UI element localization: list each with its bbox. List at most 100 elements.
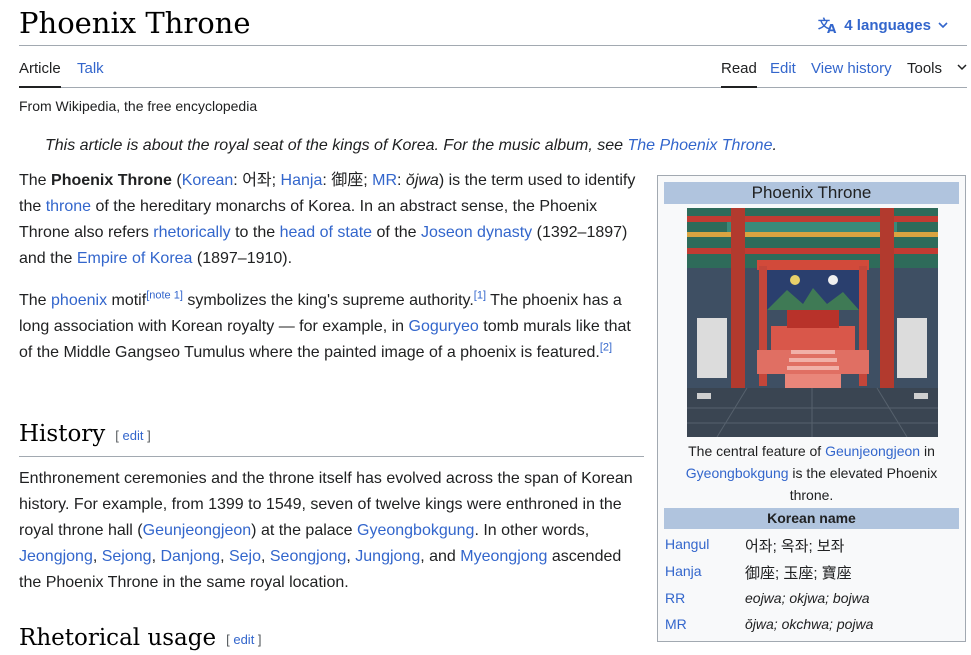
tab-talk[interactable]: Talk [77, 60, 104, 88]
heading-text: Rhetorical usage [19, 625, 217, 651]
hatnote-text: This article is about the royal seat of … [45, 137, 628, 154]
infobox-row-rr: RR eojwa; okjwa; bojwa [665, 586, 959, 612]
bold-term: Phoenix Throne [51, 172, 172, 189]
row-value: ŏjwa; okchwa; pojwa [745, 616, 874, 632]
text: The central feature of [688, 443, 826, 459]
text: The [19, 292, 52, 309]
history-paragraph: Enthronement ceremonies and the throne i… [19, 466, 644, 596]
link-empire-of-korea[interactable]: Empire of Korea [77, 250, 193, 267]
mr-value: ŏjwa [405, 172, 439, 189]
link-geunjeongjeon[interactable]: Geunjeongjeon [825, 443, 920, 459]
text: The [19, 172, 52, 189]
link-rhetorically[interactable]: rhetorically [153, 224, 230, 241]
link-jeongjong[interactable]: Jeongjong [19, 548, 93, 565]
text: (1897–1910). [192, 250, 293, 267]
link-phoenix[interactable]: phoenix [51, 292, 107, 309]
link-myeongjong[interactable]: Myeongjong [460, 548, 547, 565]
languages-label: 4 languages [844, 16, 931, 34]
text: : 御座; [322, 172, 373, 189]
row-value: 어좌; 옥좌; 보좌 [745, 538, 845, 555]
row-label-link[interactable]: RR [665, 590, 685, 606]
text: . In other words, [474, 522, 590, 539]
infobox-row-hanja: Hanja 御座; 玉座; 寶座 [665, 559, 959, 585]
tab-read[interactable]: Read [721, 60, 757, 88]
link-hanja[interactable]: Hanja [281, 172, 323, 189]
link-danjong[interactable]: Danjong [160, 548, 220, 565]
heading-text: History [19, 421, 106, 447]
link-gyeongbokgung[interactable]: Gyeongbokgung [357, 522, 474, 539]
link-head-of-state[interactable]: head of state [280, 224, 373, 241]
hatnote-link[interactable]: The Phoenix Throne [628, 137, 773, 154]
site-tagline: From Wikipedia, the free encyclopedia [19, 98, 258, 114]
text: to the [230, 224, 280, 241]
bracket: [ [115, 427, 123, 443]
tab-view-history[interactable]: View history [811, 60, 892, 88]
chevron-down-icon [956, 60, 968, 78]
page-tabs: Article Talk Read Edit View history Tool… [19, 58, 967, 88]
text: , and [420, 548, 461, 565]
chevron-down-icon [937, 19, 949, 31]
page-title: Phoenix Throne [19, 6, 251, 40]
footnote-link[interactable]: [note 1] [146, 290, 183, 302]
text: is the elevated Phoenix throne. [788, 465, 938, 503]
title-divider [19, 45, 967, 46]
reference-link[interactable]: [2] [600, 342, 612, 354]
section-heading-rhetorical-usage: Rhetorical usage [ edit ] [19, 625, 262, 651]
intro-paragraph-2: The phoenix motif[note 1] symbolizes the… [19, 288, 644, 366]
infobox-title: Phoenix Throne [664, 182, 959, 204]
text: , [92, 548, 102, 565]
text: : [397, 172, 406, 189]
infobox-row-hangul: Hangul 어좌; 옥좌; 보좌 [665, 532, 959, 558]
link-mr[interactable]: MR [372, 172, 397, 189]
edit-section-link[interactable]: edit [233, 632, 254, 647]
link-sejo[interactable]: Sejo [229, 548, 261, 565]
row-value: eojwa; okjwa; bojwa [745, 590, 870, 606]
hatnote-end: . [772, 137, 777, 154]
bracket: ] [143, 427, 151, 443]
text: , [260, 548, 270, 565]
link-seongjong[interactable]: Seongjong [270, 548, 347, 565]
tools-menu[interactable]: Tools [907, 60, 968, 88]
row-value: 御座; 玉座; 寶座 [745, 565, 852, 582]
text: symbolizes the king's supreme authority. [182, 292, 474, 309]
link-jungjong[interactable]: Jungjong [355, 548, 420, 565]
infobox-row-mr: MR ŏjwa; okchwa; pojwa [665, 612, 959, 638]
hatnote: This article is about the royal seat of … [45, 137, 777, 155]
row-label-link[interactable]: Hangul [665, 536, 709, 552]
text: : 어좌; [233, 172, 281, 189]
link-geunjeongjeon[interactable]: Geunjeongjeon [143, 522, 252, 539]
reference-link[interactable]: [1] [474, 290, 486, 302]
edit-section: [ edit ] [226, 632, 261, 647]
text: , [220, 548, 229, 565]
text: motif [107, 292, 147, 309]
link-korean[interactable]: Korean [182, 172, 234, 189]
infobox-section-header: Korean name [664, 508, 959, 529]
link-sejong[interactable]: Sejong [102, 548, 152, 565]
link-goguryeo[interactable]: Goguryeo [409, 318, 479, 335]
section-divider [19, 456, 644, 457]
translate-icon: 文 A [818, 16, 838, 34]
edit-section-link[interactable]: edit [123, 428, 144, 443]
tools-label: Tools [907, 60, 943, 77]
text: in [920, 443, 935, 459]
row-label-link[interactable]: Hanja [665, 563, 702, 579]
text: , [346, 548, 356, 565]
link-gyeongbokgung[interactable]: Gyeongbokgung [686, 465, 789, 481]
language-selector[interactable]: 文 A 4 languages [818, 16, 949, 34]
section-heading-history: History [ edit ] [19, 421, 151, 447]
tab-edit[interactable]: Edit [770, 60, 796, 88]
infobox: Phoenix Throne The central feature of Ge… [657, 175, 966, 642]
link-joseon-dynasty[interactable]: Joseon dynasty [421, 224, 532, 241]
throne-hall-image[interactable] [687, 208, 938, 437]
row-label-link[interactable]: MR [665, 616, 687, 632]
infobox-caption: The central feature of Geunjeongjeon in … [668, 440, 955, 506]
bracket: ] [254, 631, 262, 647]
edit-section: [ edit ] [115, 428, 150, 443]
tab-article[interactable]: Article [19, 60, 61, 88]
svg-text:A: A [827, 22, 837, 34]
intro-paragraph-1: The Phoenix Throne (Korean: 어좌; Hanja: 御… [19, 168, 644, 272]
throne-hall-illustration [687, 208, 938, 437]
text: ) at the palace [251, 522, 358, 539]
text: ( [171, 172, 182, 189]
link-throne[interactable]: throne [46, 198, 91, 215]
